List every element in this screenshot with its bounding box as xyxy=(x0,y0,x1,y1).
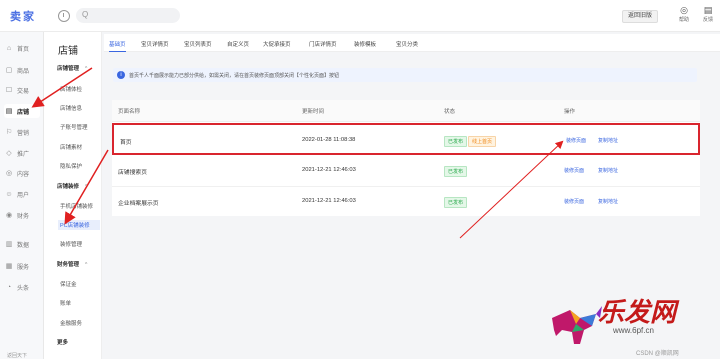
decorate-page-link[interactable]: 装修页面 xyxy=(566,137,586,144)
headline-icon: ◔ xyxy=(6,283,12,291)
nav-marketing[interactable]: ⚐ 营销 xyxy=(4,125,40,139)
page-name: 企业档案展示页 xyxy=(118,201,159,207)
watermark-url: www.6pf.cn xyxy=(613,326,654,335)
nav-user[interactable]: ☺ 用户 xyxy=(4,187,40,201)
info-icon: i xyxy=(117,71,125,79)
search-input[interactable]: Q xyxy=(76,8,180,23)
col-page-name: 页面名称 xyxy=(118,109,141,115)
submenu-group-more[interactable]: 更多 xyxy=(57,338,68,346)
nav-shop[interactable]: ▤ 店铺 xyxy=(4,104,40,118)
submenu-item-privacy[interactable]: 隐私保护 xyxy=(60,162,82,170)
info-notice: i 首页千人千面展示能力已部分供给，如需关闭，请在首页装修页面顶部关闭【个性化页… xyxy=(113,68,697,82)
page-name: 首页 xyxy=(120,140,132,146)
marketing-icon: ⚐ xyxy=(5,129,13,136)
chevron-up-icon: ^ xyxy=(85,66,88,72)
help-icon: ◎ xyxy=(680,5,688,15)
tab-category[interactable]: 宝贝分类 xyxy=(396,40,418,48)
table-row[interactable]: 首页 2022-01-28 11:08:38 已发布 线上首页 装修页面 复制地… xyxy=(112,123,700,155)
shop-icon: ▤ xyxy=(5,108,13,115)
update-time: 2021-12-21 12:46:03 xyxy=(302,198,356,204)
page-type-tabs: 基础页 宝贝详情页 宝贝列表页 自定义页 大促承接页 门店详情页 装修模板 宝贝… xyxy=(104,34,720,52)
service-icon: ▦ xyxy=(5,263,13,270)
search-icon: Q xyxy=(82,10,89,19)
submenu-item-material[interactable]: 店铺素材 xyxy=(60,143,82,151)
chevron-up-icon: ^ xyxy=(85,262,88,268)
nav-service[interactable]: ▦ 服务 xyxy=(4,259,40,273)
status-badge-published: 已发布 xyxy=(444,136,468,147)
old-version-button[interactable]: 返回旧版 xyxy=(622,10,658,23)
nav-content[interactable]: ◎ 内容 xyxy=(4,166,40,180)
nav-goods[interactable]: ▢ 商品 xyxy=(4,63,40,77)
notice-text: 首页千人千面展示能力已部分供给，如需关闭，请在首页装修页面顶部关闭【个性化页面】… xyxy=(129,73,340,79)
submenu-group-shop-manage[interactable]: 店铺管理 ^ xyxy=(57,64,87,72)
data-icon: ▥ xyxy=(5,241,13,248)
col-status: 状态 xyxy=(444,109,456,115)
status-badge-published: 已发布 xyxy=(444,197,468,208)
submenu-item-health[interactable]: 店铺体检 xyxy=(60,85,82,93)
decorate-page-link[interactable]: 装修页面 xyxy=(564,198,584,205)
feedback-icon: ▤ xyxy=(703,5,713,15)
submenu-item-info[interactable]: 店铺信息 xyxy=(60,104,82,112)
tab-template[interactable]: 装修模板 xyxy=(354,40,376,48)
history-icon[interactable] xyxy=(58,10,70,22)
nav-finance[interactable]: ◉ 财务 xyxy=(4,208,40,222)
submenu-item-subaccount[interactable]: 子账号管理 xyxy=(60,123,88,131)
trade-icon: ☐ xyxy=(5,87,13,94)
submenu-title: 店铺 xyxy=(58,46,78,57)
copy-url-link[interactable]: 复制地址 xyxy=(598,198,618,205)
submenu-item-deposit[interactable]: 保证金 xyxy=(60,280,77,288)
submenu-item-finance-service[interactable]: 金融服务 xyxy=(60,319,82,327)
col-update-time: 更新时间 xyxy=(302,109,325,115)
nav-promote[interactable]: ◇ 推广 xyxy=(4,146,40,160)
table-row[interactable]: 店铺搜索页 2021-12-21 12:46:03 已发布 装修页面 复制地址 xyxy=(112,155,700,187)
nav-headline[interactable]: ◔ 头条 xyxy=(4,280,40,294)
app-logo[interactable]: 卖家 xyxy=(10,8,36,24)
col-actions: 操作 xyxy=(564,109,576,115)
rail-bottom-link[interactable]: 返回天下 xyxy=(7,352,27,359)
user-icon: ☺ xyxy=(5,190,13,198)
table-row[interactable]: 企业档案展示页 2021-12-21 12:46:03 已发布 装修页面 复制地… xyxy=(112,186,700,218)
table-header: 页面名称 更新时间 状态 操作 xyxy=(112,100,700,122)
decorate-page-link[interactable]: 装修页面 xyxy=(564,167,584,174)
csdn-credit: CSDN @顺凯网 xyxy=(636,351,679,357)
goods-icon: ▢ xyxy=(5,67,13,74)
feedback-button[interactable]: ▤ 反馈 xyxy=(696,5,720,23)
watermark-brand: 乐发网 xyxy=(598,298,677,328)
nav-data[interactable]: ▥ 数据 xyxy=(4,237,40,251)
status-badge-online: 线上首页 xyxy=(468,136,497,147)
tab-store-detail[interactable]: 门店详情页 xyxy=(309,40,337,48)
home-icon: ⌂ xyxy=(6,44,12,52)
help-button[interactable]: ◎ 帮助 xyxy=(672,5,696,23)
page-name: 店铺搜索页 xyxy=(118,170,147,176)
shop-submenu: 店铺 店铺管理 ^ 店铺体检 店铺信息 子账号管理 店铺素材 隐私保护 店铺装修 ^… xyxy=(44,32,102,359)
tab-item-detail[interactable]: 宝贝详情页 xyxy=(141,40,169,48)
submenu-item-pc-decor[interactable]: PC店铺装修 xyxy=(58,220,100,230)
content-icon: ◎ xyxy=(5,170,13,177)
submenu-group-finance[interactable]: 财务管理 ^ xyxy=(57,260,87,268)
copy-url-link[interactable]: 复制地址 xyxy=(598,167,618,174)
nav-home[interactable]: ⌂ 首页 xyxy=(4,41,40,55)
submenu-item-mobile-decor[interactable]: 手机店铺装修 xyxy=(60,202,93,210)
submenu-item-bill[interactable]: 账单 xyxy=(60,299,71,307)
tab-promo[interactable]: 大促承接页 xyxy=(263,40,291,48)
tab-custom[interactable]: 自定义页 xyxy=(227,40,249,48)
tab-basic[interactable]: 基础页 xyxy=(109,40,126,52)
submenu-group-decoration[interactable]: 店铺装修 ^ xyxy=(57,182,87,190)
finance-icon: ◉ xyxy=(5,212,13,219)
top-bar: 卖家 Q 返回旧版 ◎ 帮助 ▤ 反馈 xyxy=(0,0,720,32)
nav-trade[interactable]: ☐ 交易 xyxy=(4,83,40,97)
update-time: 2021-12-21 12:46:03 xyxy=(302,167,356,173)
update-time: 2022-01-28 11:08:38 xyxy=(302,137,356,143)
submenu-item-decor-manage[interactable]: 装修管理 xyxy=(60,240,82,248)
chevron-up-icon: ^ xyxy=(85,184,88,190)
copy-url-link[interactable]: 复制地址 xyxy=(598,137,618,144)
main-nav-rail: ⌂ 首页 ▢ 商品 ☐ 交易 ▤ 店铺 ⚐ 营销 ◇ 推广 ◎ 内容 ☺ 用户 ◉ 财务 ▥ 数据 … xyxy=(0,32,44,359)
promote-icon: ◇ xyxy=(6,150,12,157)
status-badge-published: 已发布 xyxy=(444,166,468,177)
pages-table: 页面名称 更新时间 状态 操作 首页 2022-01-28 11:08:38 已… xyxy=(112,100,700,216)
tab-item-list[interactable]: 宝贝列表页 xyxy=(184,40,212,48)
